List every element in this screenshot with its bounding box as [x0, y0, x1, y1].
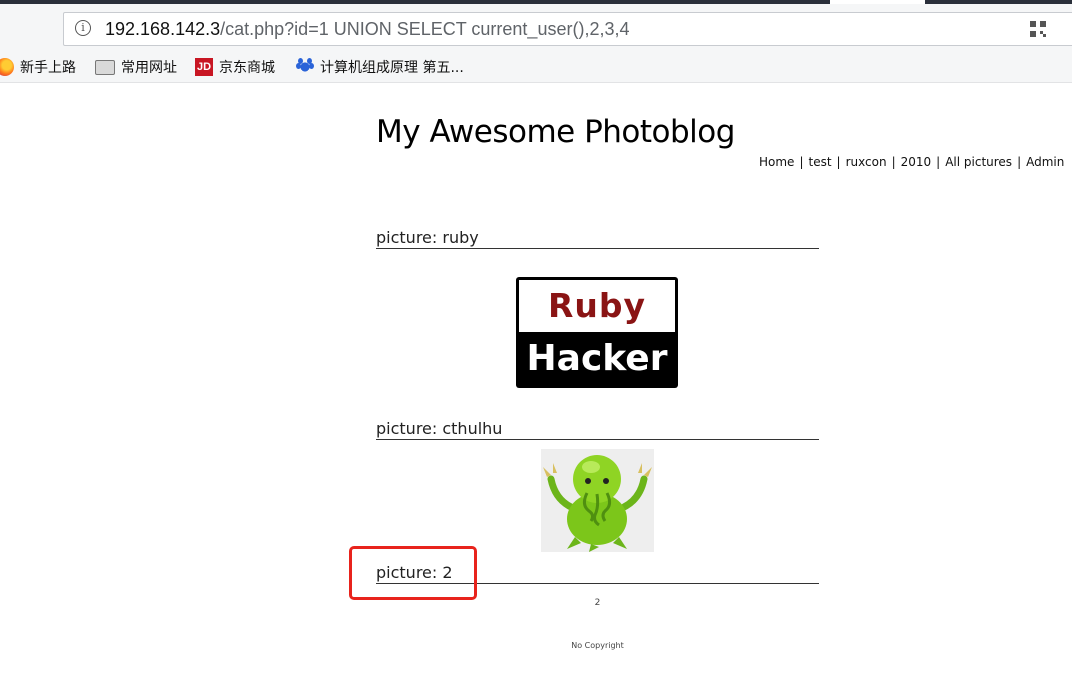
browser-toolbar: i 192.168.142.3/cat.php?id=1 UNION SELEC… [0, 4, 1072, 52]
picture-label: picture: ruby [376, 228, 479, 247]
nav-2010[interactable]: 2010 [901, 155, 932, 169]
url-host: 192.168.142.3 [105, 19, 221, 39]
nav-separator: | [799, 155, 804, 169]
cthulhu-drawing [541, 449, 654, 552]
nav-ruxcon[interactable]: ruxcon [846, 155, 887, 169]
folder-icon [95, 59, 115, 75]
bookmark-item[interactable]: JD 京东商城 [195, 57, 275, 77]
ruby-image-text: Ruby [547, 286, 647, 325]
bookmark-item[interactable]: 常用网址 [95, 57, 177, 77]
baidu-paw-icon [296, 58, 314, 76]
nav-admin[interactable]: Admin [1026, 155, 1064, 169]
picture-label: picture: cthulhu [376, 419, 503, 438]
footer-copyright: No Copyright [571, 641, 624, 650]
site-nav: Home | test | ruxcon | 2010 | All pictures | Admin [759, 155, 1064, 169]
cthulhu-image[interactable] [541, 449, 654, 552]
url-path: /cat.php?id=1 UNION SELECT current_user(… [220, 19, 630, 39]
nav-home[interactable]: Home [759, 155, 794, 169]
bookmark-label: 常用网址 [121, 60, 177, 76]
bookmark-item[interactable]: 计算机组成原理 第五... [296, 57, 464, 77]
bookmark-label: 新手上路 [20, 60, 76, 76]
red-highlight-box [349, 546, 477, 600]
firefox-icon [0, 58, 14, 76]
bookmarks-bar: 新手上路 常用网址 JD 京东商城 计算机组成原理 第五... [0, 52, 1072, 83]
qr-code-icon[interactable] [1030, 21, 1046, 37]
ruby-hacker-image[interactable]: Ruby Hacker [516, 277, 678, 388]
bookmark-label: 京东商城 [219, 60, 275, 76]
jd-icon: JD [195, 58, 213, 76]
picture-header-cthulhu: picture: cthulhu [376, 417, 819, 440]
url-text[interactable]: 192.168.142.3/cat.php?id=1 UNION SELECT … [105, 19, 629, 40]
site-title: My Awesome Photoblog [376, 114, 735, 150]
address-bar[interactable]: i 192.168.142.3/cat.php?id=1 UNION SELEC… [63, 12, 1072, 46]
nav-separator: | [891, 155, 896, 169]
bookmark-item[interactable]: 新手上路 [0, 57, 76, 77]
nav-all-pictures[interactable]: All pictures [945, 155, 1012, 169]
hacker-image-text: Hacker [526, 338, 668, 379]
info-icon[interactable]: i [75, 20, 91, 36]
bookmark-label: 计算机组成原理 第五... [320, 60, 464, 76]
nav-separator: | [836, 155, 841, 169]
nav-separator: | [936, 155, 941, 169]
nav-test[interactable]: test [808, 155, 831, 169]
nav-separator: | [1017, 155, 1022, 169]
picture-header-ruby: picture: ruby [376, 226, 819, 249]
